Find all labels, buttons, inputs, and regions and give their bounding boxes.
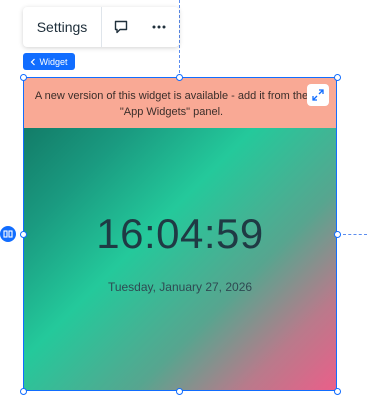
alignment-guide-horizontal [343, 234, 367, 235]
widget-selection-tag[interactable]: Widget [23, 53, 75, 70]
update-notice-banner: A new version of this widget is availabl… [24, 78, 336, 128]
resize-handle-top[interactable] [176, 74, 183, 81]
selected-widget-frame[interactable]: 16:04:59 Tuesday, January 27, 2026 A new… [23, 77, 337, 391]
resize-handle-bottom-left[interactable] [20, 388, 27, 395]
expand-arrows-icon [312, 89, 324, 101]
settings-button[interactable]: Settings [23, 7, 101, 47]
alignment-guide-vertical [179, 0, 180, 73]
resize-handle-bottom-right[interactable] [334, 388, 341, 395]
resize-handle-top-right[interactable] [334, 74, 341, 81]
speech-bubble-icon [114, 20, 128, 34]
chevron-left-icon [31, 58, 36, 65]
columns-icon [3, 230, 13, 238]
resize-handle-right[interactable] [334, 231, 341, 238]
comment-button[interactable] [102, 7, 140, 47]
element-toolbar: Settings [23, 7, 179, 47]
resize-handle-bottom[interactable] [176, 388, 183, 395]
resize-handle-top-left[interactable] [20, 74, 27, 81]
stretch-toggle-button[interactable] [0, 226, 16, 242]
expand-button[interactable] [307, 84, 329, 106]
more-actions-button[interactable] [140, 7, 178, 47]
more-horizontal-icon [152, 25, 166, 29]
clock-time: 16:04:59 [96, 210, 264, 257]
resize-handle-left[interactable] [20, 231, 27, 238]
clock-date: Tuesday, January 27, 2026 [107, 280, 253, 294]
widget-tag-label: Widget [39, 56, 68, 67]
update-notice-text: A new version of this widget is availabl… [34, 90, 309, 118]
